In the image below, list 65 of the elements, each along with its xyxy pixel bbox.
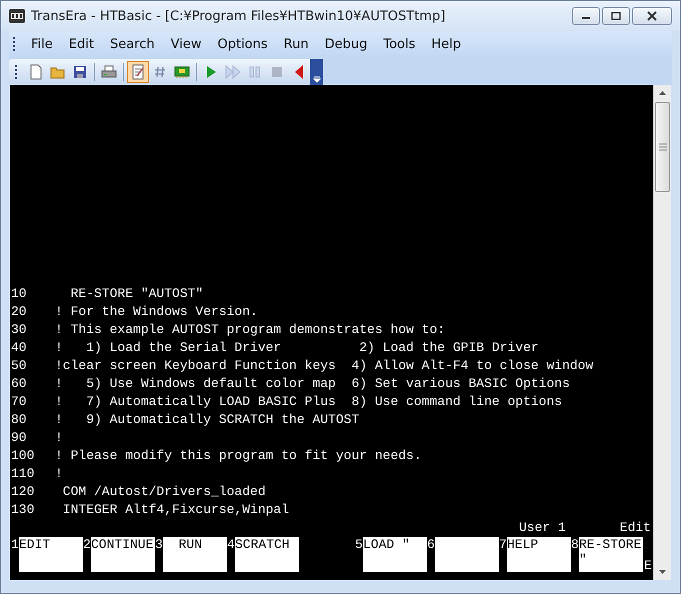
menu-item[interactable]: Run [276, 36, 317, 52]
line-number: 90 [11, 429, 28, 447]
line-number: 70 [11, 393, 28, 411]
softkey-number: 4 [227, 537, 235, 554]
code-line: INTEGER Altf4,Fixcurse,Winpal [62, 501, 290, 519]
vertical-scrollbar[interactable] [653, 85, 671, 580]
softkey[interactable]: SCRATCH [235, 537, 299, 572]
line-number: 40 [11, 339, 28, 357]
toolbar-overflow-button[interactable] [310, 59, 323, 85]
menu-item[interactable]: File [23, 36, 61, 52]
maximize-icon [611, 12, 621, 20]
window-title: TransEra - HTBasic - [C:¥Program Files¥HTBwin10¥AUTOSTtmp] [31, 8, 446, 24]
line-number: 110 [11, 465, 36, 483]
softkey[interactable]: RE-STORE " [579, 537, 643, 572]
close-button[interactable] [632, 7, 672, 25]
code-line: ! [55, 429, 63, 447]
menu-item[interactable]: Debug [316, 36, 376, 52]
line-number: 20 [11, 303, 28, 321]
code-line: ! 7) Automatically LOAD BASIC Plus 8) Use command line options [55, 393, 562, 411]
close-icon [646, 11, 658, 21]
minimize-button[interactable] [572, 7, 600, 25]
code-line: ! 9) Automatically SCRATCH the AUTOST [55, 411, 360, 429]
code-line: !clear screen Keyboard Function keys 4) Allow Alt-F4 to close window [55, 357, 594, 375]
softkey-number: 3 [155, 537, 163, 554]
code-line: ! [55, 465, 63, 483]
code-line: ! 5) Use Windows default color map 6) Set various BASIC Options [55, 375, 570, 393]
line-number: 10 [11, 285, 28, 303]
softkey-number: 5 [355, 537, 363, 554]
line-number: 80 [11, 411, 28, 429]
softkey[interactable]: RUN [163, 537, 227, 572]
menu-item[interactable]: Search [102, 36, 163, 52]
mode-text: Edit [620, 519, 651, 537]
code-line: COM /Autost/Drivers_loaded [62, 483, 266, 501]
code-line: RE-STORE "AUTOST" [70, 285, 204, 303]
code-line: ! This example AUTOST program demonstrates how to: [55, 321, 446, 339]
softkey-number: 7 [499, 537, 507, 554]
menu-item[interactable]: Help [423, 36, 470, 52]
status-text: User 1 [518, 519, 566, 537]
softkey-number: 8 [571, 537, 579, 554]
app-icon [9, 8, 25, 24]
maximize-button[interactable] [602, 7, 630, 25]
edit-icon[interactable] [127, 61, 149, 83]
line-number: 130 [11, 501, 36, 519]
line-number: 30 [11, 321, 28, 339]
line-number: 120 [11, 483, 36, 501]
code-line: ! For the Windows Version. [55, 303, 258, 321]
softkey[interactable]: EDIT [19, 537, 83, 572]
softkey[interactable]: LOAD " [363, 537, 427, 572]
chevron-down-icon [312, 75, 320, 83]
softkey[interactable]: CONTINUE [91, 537, 155, 572]
line-number: 50 [11, 357, 28, 375]
softkey[interactable]: HELP [507, 537, 571, 572]
menu-item[interactable]: Options [209, 36, 276, 52]
cursor-mark: E [644, 559, 652, 573]
line-number: 100 [11, 447, 36, 465]
menu-item[interactable]: Edit [60, 36, 102, 52]
scroll-thumb[interactable] [655, 102, 670, 192]
menu-item[interactable]: Tools [375, 36, 424, 52]
menu-item[interactable]: View [162, 36, 210, 52]
softkey-number: 1 [11, 537, 19, 554]
line-number: 60 [11, 375, 28, 393]
softkey-number: 2 [83, 537, 91, 554]
softkey-number: 6 [427, 537, 435, 554]
code-line: ! Please modify this program to fit your needs. [55, 447, 422, 465]
code-line: ! 1) Load the Serial Driver 2) Load the GPIB Driver [55, 339, 539, 357]
